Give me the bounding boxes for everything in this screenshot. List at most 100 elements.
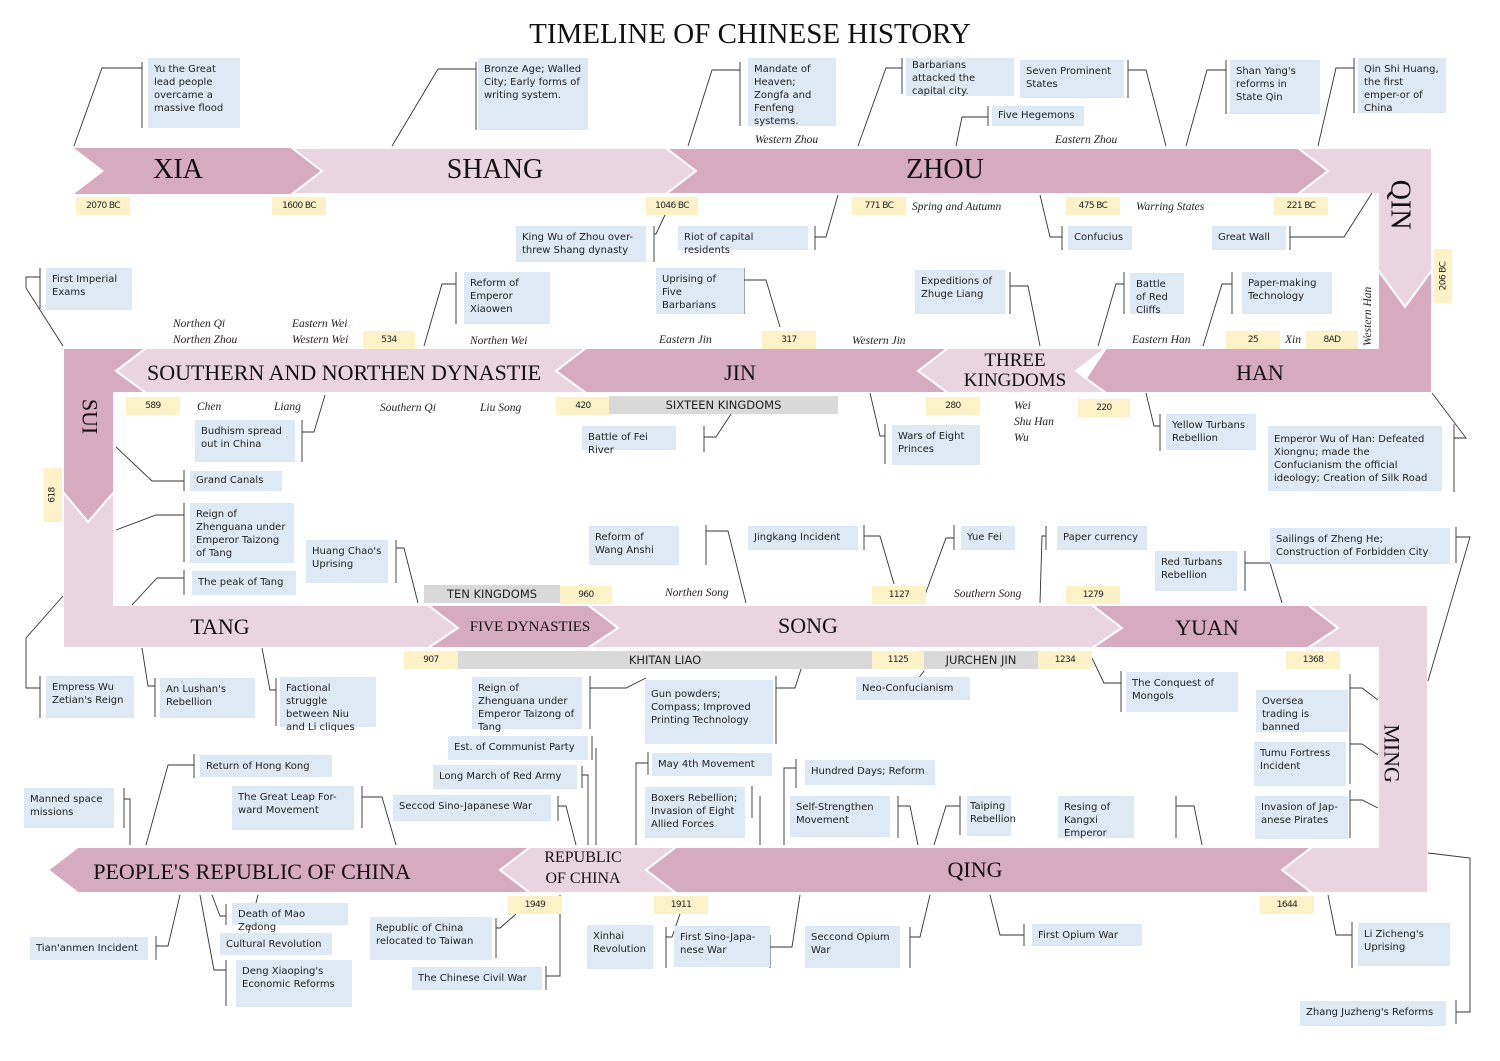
event-box: Self-Strengthen Movement <box>790 796 890 837</box>
event-box: Reform of Wang Anshi <box>589 526 679 565</box>
date-tag: 1127 <box>872 586 926 604</box>
event-box: Return of Hong Kong <box>200 755 332 777</box>
date-tag: 1279 <box>1066 586 1120 604</box>
date-tag: 220 <box>1078 399 1130 417</box>
event-box: Li Zicheng's Uprising <box>1358 923 1450 966</box>
dynasty-han: HAN <box>1236 360 1284 385</box>
date-tag: 907 <box>404 651 458 669</box>
date-tag: 475 BC <box>1066 197 1120 215</box>
dynasty-roc-1: REPUBLIC <box>544 849 622 866</box>
date-tag: 420 <box>556 397 610 415</box>
event-box: Seccod Sino-Japanese War <box>393 795 551 821</box>
sub-western-han: Western Han <box>1362 286 1374 346</box>
event-box: Invasion of Jap-anese Pirates <box>1255 796 1348 839</box>
dynasty-jin: JIN <box>724 360 756 385</box>
event-box: Seven Prominent States <box>1020 60 1124 98</box>
event-box: Reform of Emperor Xiaowen <box>464 272 550 324</box>
sub-liu-song: Liu Song <box>480 402 522 414</box>
date-tag: 221 BC <box>1274 197 1328 215</box>
event-box: Deng Xiaoping's Economic Reforms <box>236 960 352 1007</box>
event-box: Gun powders; Compass; Improved Printing … <box>645 680 773 744</box>
date-tag: 1644 <box>1260 896 1314 914</box>
event-box: Mandate of Heaven; Zongfa and Fenfeng sy… <box>748 58 836 127</box>
event-box: Est. of Communist Party <box>448 736 588 760</box>
sub-northen-wei: Northen Wei <box>470 335 528 347</box>
state-khitan-liao: KHITAN LIAO <box>458 651 872 669</box>
event-box: Yue Fei <box>961 526 1015 550</box>
sub-northen-song: Northen Song <box>665 587 729 599</box>
event-box: Death of Mao Zedong <box>232 903 348 933</box>
event-box: The peak of Tang <box>192 571 296 595</box>
event-box: Expeditions of Zhuge Liang <box>915 270 1005 314</box>
date-tag: 25 <box>1226 331 1280 349</box>
dynasty-three-kingdoms-1: THREE <box>984 350 1046 371</box>
date-tag: 960 <box>560 586 612 604</box>
dynasty-sui: SUI <box>77 398 103 435</box>
sub-eastern-han: Eastern Han <box>1132 334 1191 346</box>
event-box: The Conquest of Mongols <box>1126 672 1238 712</box>
date-tag: 1600 BC <box>272 197 326 215</box>
sub-eastern-jin: Eastern Jin <box>659 334 712 346</box>
sub-chen: Chen <box>197 401 222 413</box>
date-tag: 317 <box>762 331 816 349</box>
dynasty-shang: SHANG <box>446 154 544 185</box>
date-tag: 1234 <box>1038 651 1092 669</box>
sub-northen-qi: Northen Qi <box>173 318 226 330</box>
sub-northen-zhou: Northen Zhou <box>173 334 238 346</box>
event-box: Oversea trading is banned <box>1256 690 1348 733</box>
event-box: King Wu of Zhou over-threw Shang dynasty <box>516 226 646 262</box>
sub-western-wei: Western Wei <box>292 334 349 346</box>
sub-wu: Wu <box>1014 432 1029 444</box>
dynasty-xia: XIA <box>153 154 203 185</box>
event-box: Huang Chao's Uprising <box>306 540 388 583</box>
date-tag: 2070 BC <box>76 197 130 215</box>
sub-spring-autumn: Spring and Autumn <box>912 201 1002 213</box>
dynasty-tang: TANG <box>190 614 250 639</box>
event-box: The Chinese Civil War <box>412 967 542 990</box>
event-box: Paper-making Technology <box>1242 272 1332 314</box>
event-box: Empress Wu Zetian's Reign <box>46 676 134 718</box>
sub-liang: Liang <box>274 401 301 413</box>
event-box: Neo-Confucianism <box>856 677 970 700</box>
date-tag: 771 BC <box>852 197 906 215</box>
timeline-canvas: TIMELINE OF CHINESE HISTORY XIA SHANG ZH… <box>0 0 1500 1061</box>
state-ten-kingdoms: TEN KINGDOMS <box>424 585 560 603</box>
event-box: May 4th Movement <box>652 753 772 776</box>
state-jurchen-jin: JURCHEN JIN <box>924 651 1038 669</box>
date-tag: 8AD <box>1306 331 1358 349</box>
dynasty-five-dynasties: FIVE DYNASTIES <box>469 619 591 635</box>
event-box: Sailings of Zheng He; Construction of Fo… <box>1270 528 1450 564</box>
event-box: Riot of capital residents <box>678 226 808 256</box>
dynasty-qing: QING <box>947 857 1003 882</box>
event-box: Xinhai Revolution <box>587 925 653 969</box>
event-box: Tian'anmen Incident <box>30 937 148 960</box>
event-box: Battle of Fei River <box>582 426 676 456</box>
event-box: Paper currency <box>1057 526 1147 550</box>
event-box: Emperor Wu of Han: Defeated Xiongnu; mad… <box>1268 426 1442 491</box>
event-box: Confucius <box>1068 226 1132 250</box>
event-box: Taiping Rebellion <box>967 796 1016 836</box>
event-box: Budhism spread out in China <box>195 420 295 462</box>
dynasty-ming: MING <box>1379 724 1405 783</box>
sub-southern-song: Southern Song <box>954 588 1022 600</box>
dynasty-roc-2: OF CHINA <box>545 870 621 887</box>
date-tag: 534 <box>363 331 415 349</box>
event-box: Jingkang Incident <box>748 526 858 550</box>
sub-shu-han: Shu Han <box>1014 416 1054 428</box>
date-tag: 206 BC <box>1434 249 1452 303</box>
sub-warring-states: Warring States <box>1136 201 1205 213</box>
event-box: Qin Shi Huang, the first emper-or of Chi… <box>1358 58 1446 114</box>
event-box: An Lushan's Rebellion <box>160 678 255 718</box>
event-box: First Opium War <box>1032 924 1142 946</box>
event-box: Long March of Red Army <box>433 765 577 789</box>
sub-western-zhou: Western Zhou <box>755 134 819 146</box>
dynasty-yuan: YUAN <box>1175 615 1239 640</box>
event-box: Red Turbans Rebellion <box>1155 551 1237 591</box>
event-box: Tumu Fortress Incident <box>1254 742 1346 786</box>
event-box: First Imperial Exams <box>46 268 132 310</box>
dynasty-three-kingdoms-2: KINGDOMS <box>963 370 1067 391</box>
date-tag: 618 <box>44 468 62 522</box>
event-box: Boxers Rebellion; Invasion of Eight Alli… <box>645 787 745 838</box>
date-tag: 589 <box>126 397 180 415</box>
event-box: Hundred Days; Reform <box>805 760 935 785</box>
